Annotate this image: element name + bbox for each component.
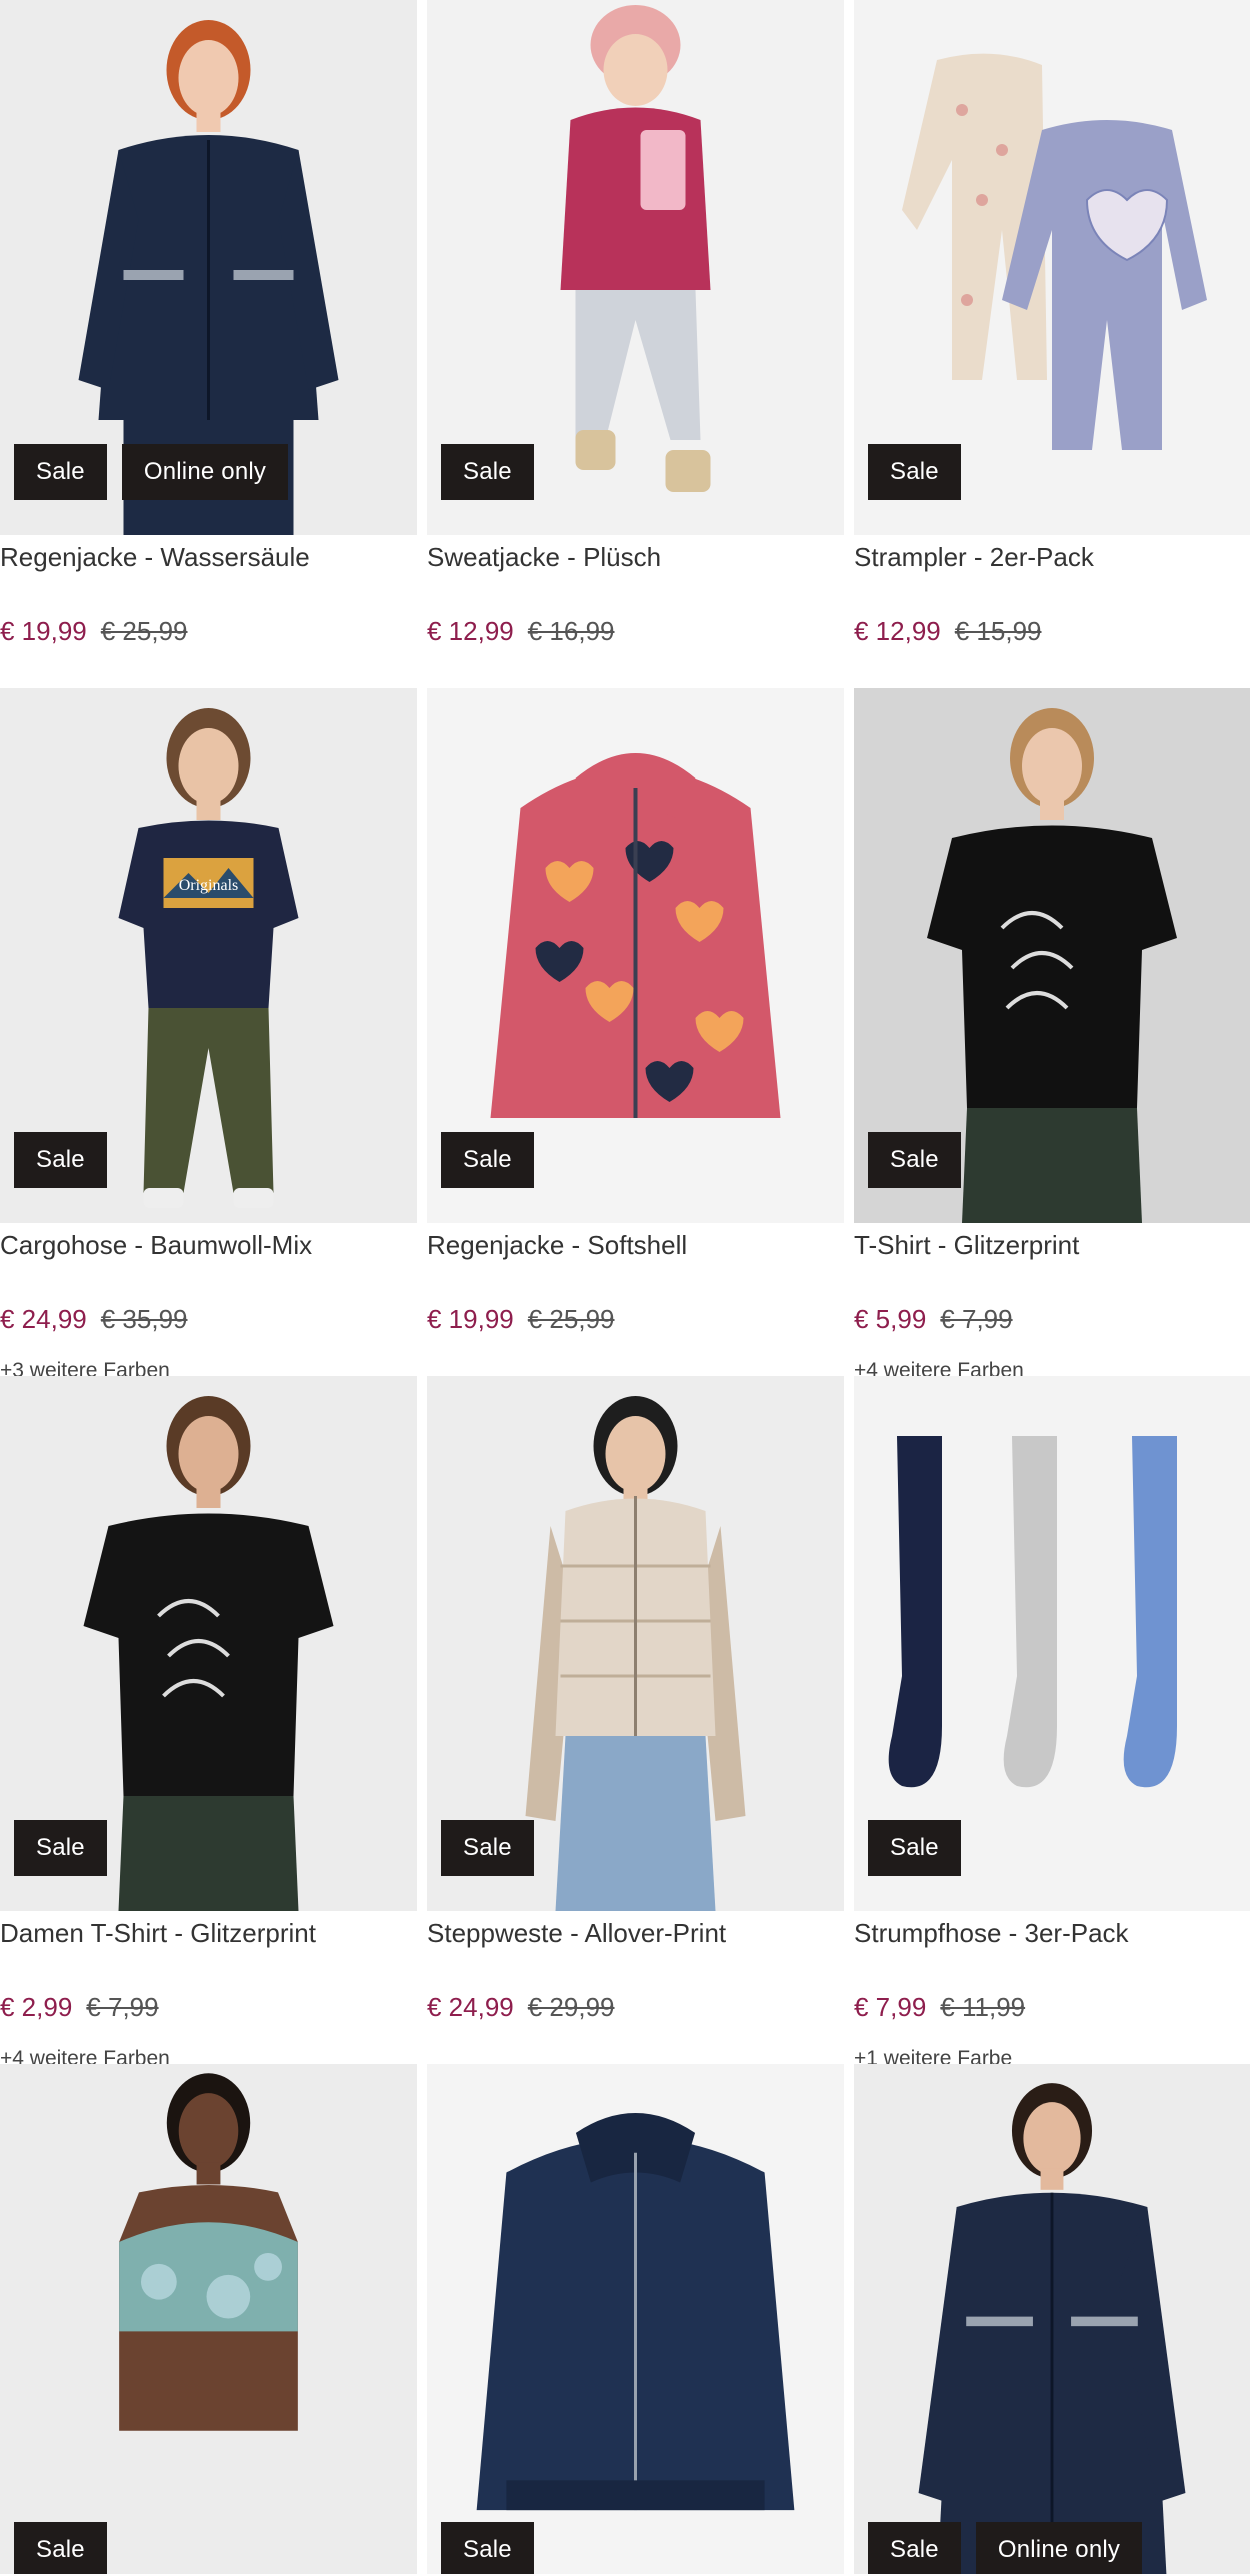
- sale-price: € 2,99: [0, 1992, 73, 2022]
- online-only-badge: Online only: [975, 2522, 1143, 2574]
- sale-price: € 19,99: [0, 616, 87, 646]
- product-image[interactable]: Sale: [427, 0, 844, 535]
- product-image[interactable]: Sale Online only: [854, 2064, 1250, 2574]
- product-card[interactable]: Sale: [0, 2064, 417, 2574]
- sale-badge: Sale: [868, 444, 961, 500]
- sale-badge: Sale: [868, 1820, 961, 1876]
- sale-badge: Sale: [441, 2522, 534, 2574]
- product-image[interactable]: Sale: [854, 688, 1250, 1223]
- product-image[interactable]: Sale: [854, 0, 1250, 535]
- product-card[interactable]: Sale Strampler - 2er-Pack € 12,99 € 15,99: [854, 0, 1250, 688]
- product-name[interactable]: Sweatjacke - Plüsch: [427, 542, 661, 573]
- product-card[interactable]: Sale Steppweste - Allover-Print € 24,99 € 2…: [427, 1376, 844, 2064]
- sale-badge: Sale: [14, 444, 107, 500]
- sale-price: € 7,99: [854, 1992, 927, 2022]
- price-row: € 2,99 € 7,99: [0, 1992, 159, 2023]
- product-card[interactable]: Sale Damen T-Shirt - Glitzerprint € 2,99 € …: [0, 1376, 417, 2064]
- sale-badge: Sale: [14, 1132, 107, 1188]
- original-price: € 15,99: [954, 616, 1042, 646]
- product-name[interactable]: Steppweste - Allover-Print: [427, 1918, 726, 1949]
- product-card[interactable]: Sale Online only: [854, 2064, 1250, 2574]
- sale-price: € 24,99: [0, 1304, 87, 1334]
- original-price: € 35,99: [100, 1304, 188, 1334]
- product-name[interactable]: Damen T-Shirt - Glitzerprint: [0, 1918, 316, 1949]
- badge-group: Sale: [14, 1820, 107, 1876]
- sale-price: € 5,99: [854, 1304, 927, 1334]
- sale-badge: Sale: [441, 1820, 534, 1876]
- sale-badge: Sale: [14, 2522, 107, 2574]
- product-card[interactable]: Sale Strumpfhose - 3er-Pack € 7,99 € 11,99 +…: [854, 1376, 1250, 2064]
- price-row: € 12,99 € 15,99: [854, 616, 1042, 647]
- product-card[interactable]: Sale Regenjacke - Softshell € 19,99 € 25,99: [427, 688, 844, 1376]
- badge-group: Sale: [14, 1132, 107, 1188]
- sale-badge: Sale: [441, 1132, 534, 1188]
- product-photo-illustration: [119, 2073, 298, 2431]
- sale-price: € 19,99: [427, 1304, 514, 1334]
- original-price: € 7,99: [940, 1304, 1013, 1334]
- product-name[interactable]: T-Shirt - Glitzerprint: [854, 1230, 1079, 1261]
- original-price: € 16,99: [527, 616, 615, 646]
- more-colors-link[interactable]: +4 weitere Farben: [0, 2047, 170, 2064]
- badge-group: Sale: [441, 1820, 534, 1876]
- badge-group: Sale: [868, 444, 961, 500]
- sale-badge: Sale: [14, 1820, 107, 1876]
- badge-group: Sale: [868, 1132, 961, 1188]
- badge-group: Sale: [441, 2522, 534, 2574]
- price-row: € 5,99 € 7,99: [854, 1304, 1013, 1335]
- product-name[interactable]: Cargohose - Baumwoll-Mix: [0, 1230, 312, 1261]
- product-photo-illustration: [918, 2083, 1186, 2574]
- original-price: € 25,99: [100, 616, 188, 646]
- sale-badge: Sale: [868, 1132, 961, 1188]
- product-image[interactable]: Sale: [854, 1376, 1250, 1911]
- more-colors-link[interactable]: +3 weitere Farben: [0, 1359, 170, 1376]
- product-image[interactable]: Sale: [0, 1376, 417, 1911]
- product-image[interactable]: Sale: [427, 688, 844, 1223]
- product-name[interactable]: Regenjacke - Softshell: [427, 1230, 687, 1261]
- product-card[interactable]: Sale: [427, 2064, 844, 2574]
- product-card[interactable]: Originals Sale Cargohose - Baumwoll-Mix € …: [0, 688, 417, 1376]
- sale-badge: Sale: [441, 444, 534, 500]
- original-price: € 29,99: [527, 1992, 615, 2022]
- badge-group: Sale: [14, 2522, 107, 2574]
- product-photo-illustration: [476, 2112, 795, 2511]
- online-only-badge: Online only: [121, 444, 289, 500]
- product-card[interactable]: Sale Online only Regenjacke - Wassersäule €…: [0, 0, 417, 688]
- sale-price: € 12,99: [427, 616, 514, 646]
- price-row: € 24,99 € 35,99: [0, 1304, 188, 1335]
- original-price: € 11,99: [940, 1992, 1026, 2022]
- product-image[interactable]: Sale: [427, 1376, 844, 1911]
- product-name[interactable]: Strampler - 2er-Pack: [854, 542, 1094, 573]
- product-card[interactable]: Sale Sweatjacke - Plüsch € 12,99 € 16,99: [427, 0, 844, 688]
- badge-group: Sale Online only: [14, 444, 289, 500]
- badge-group: Sale Online only: [868, 2522, 1143, 2574]
- product-grid: Sale Online only Regenjacke - Wassersäule €…: [0, 0, 1250, 2574]
- product-name[interactable]: Regenjacke - Wassersäule: [0, 542, 310, 573]
- sale-price: € 12,99: [854, 616, 941, 646]
- price-row: € 19,99 € 25,99: [0, 616, 188, 647]
- product-image[interactable]: Originals Sale: [0, 688, 417, 1223]
- product-name[interactable]: Strumpfhose - 3er-Pack: [854, 1918, 1129, 1949]
- product-image[interactable]: Sale Online only: [0, 0, 417, 535]
- more-colors-link[interactable]: +1 weitere Farbe: [854, 2047, 1012, 2064]
- more-colors-link[interactable]: +4 weitere Farben: [854, 1359, 1024, 1376]
- badge-group: Sale: [441, 444, 534, 500]
- price-row: € 19,99 € 25,99: [427, 1304, 615, 1335]
- product-image[interactable]: Sale: [0, 2064, 417, 2574]
- price-row: € 12,99 € 16,99: [427, 616, 615, 647]
- sale-price: € 24,99: [427, 1992, 514, 2022]
- badge-group: Sale: [441, 1132, 534, 1188]
- price-row: € 7,99 € 11,99: [854, 1992, 1025, 2023]
- price-row: € 24,99 € 29,99: [427, 1992, 615, 2023]
- badge-group: Sale: [868, 1820, 961, 1876]
- original-price: € 25,99: [527, 1304, 615, 1334]
- product-image[interactable]: Sale: [427, 2064, 844, 2574]
- svg-text:Originals: Originals: [179, 877, 239, 894]
- product-card[interactable]: Sale T-Shirt - Glitzerprint € 5,99 € 7,99 +4…: [854, 688, 1250, 1376]
- sale-badge: Sale: [868, 2522, 961, 2574]
- original-price: € 7,99: [86, 1992, 159, 2022]
